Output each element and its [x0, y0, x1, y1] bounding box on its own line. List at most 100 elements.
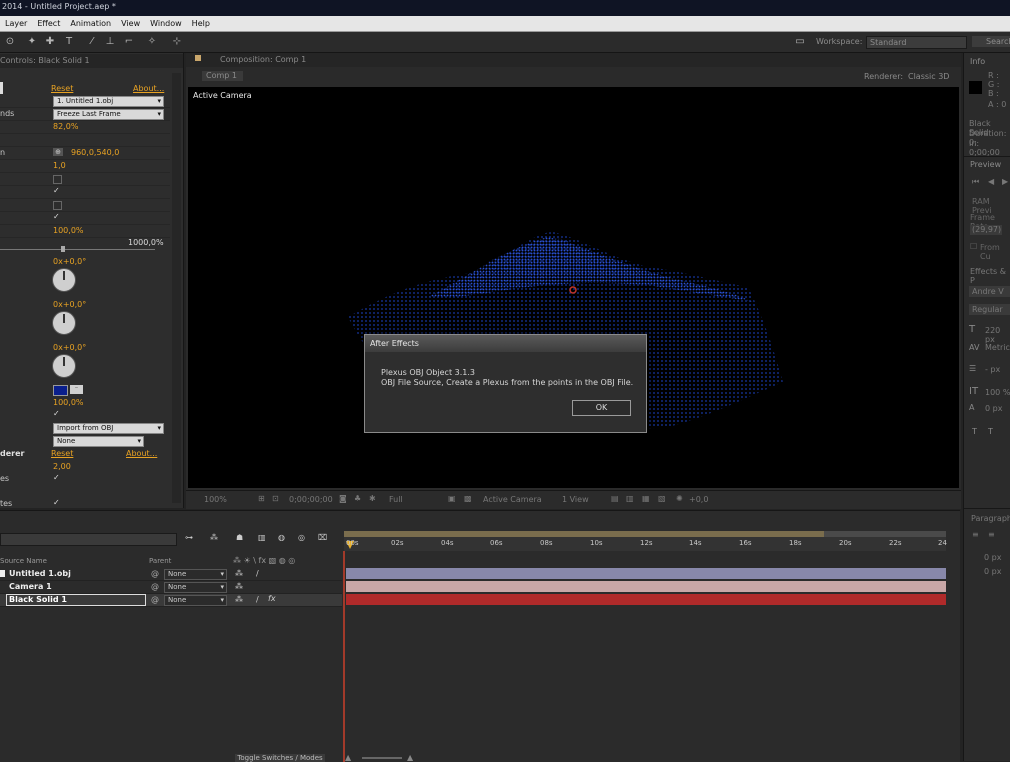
resolution-select[interactable]: Full [389, 495, 403, 504]
camera-layer-bar[interactable] [346, 581, 946, 592]
zoom-slider[interactable] [362, 757, 402, 759]
camera-orbit-icon[interactable]: ⊙ [3, 35, 17, 49]
color-swatch[interactable] [53, 385, 68, 396]
obj-layer-bar[interactable] [346, 568, 946, 579]
font-size-value[interactable]: 220 px [985, 326, 1010, 344]
transparency-icon[interactable]: ▩ [464, 494, 472, 503]
z-scale-value[interactable]: 1,0 [53, 161, 66, 170]
pickwhip-icon[interactable]: @ [151, 582, 159, 591]
ok-button[interactable]: OK [572, 400, 631, 416]
opacity-value[interactable]: 100,0% [53, 226, 84, 235]
rotation-y-value[interactable]: 0x+0,0° [53, 300, 86, 309]
pin-tool-icon[interactable]: ⊹ [170, 35, 184, 49]
puppet-tool-icon[interactable]: ✚ [43, 35, 57, 49]
rotation-x-dial[interactable] [52, 268, 76, 292]
scale-value[interactable]: 82,0% [53, 122, 78, 131]
vertical-scale-value[interactable]: 100 % [985, 388, 1010, 397]
shy-switch[interactable]: ⁂ [235, 582, 243, 591]
graph-editor-icon[interactable]: ⌧ [318, 533, 327, 542]
obj-source-dropdown[interactable]: 1. Untitled 1.obj [53, 96, 164, 107]
brainstorm-icon[interactable]: ◎ [298, 533, 305, 542]
ec-scrollbar[interactable] [172, 73, 181, 503]
roi-icon[interactable]: ▣ [448, 494, 456, 503]
prev-frame-icon[interactable]: ◀ [988, 177, 994, 186]
faux-bold-icon[interactable]: T [972, 427, 977, 436]
clone-tool-icon[interactable]: ⊥ [103, 35, 117, 49]
rotation-x-value[interactable]: 0x+0,0° [53, 257, 86, 266]
timeline-search-input[interactable] [0, 533, 177, 546]
sequence-ends-dropdown[interactable]: Freeze Last Frame [53, 109, 164, 120]
frame-rate-field[interactable]: (29,97) [970, 225, 1002, 235]
quality-switch[interactable]: / [256, 569, 259, 578]
text-tool-icon[interactable]: T [62, 35, 76, 49]
draft-3d-icon[interactable]: ⁂ [210, 533, 218, 542]
shy-switch[interactable]: ⁂ [235, 569, 243, 578]
solid-layer-bar[interactable] [346, 594, 946, 605]
pixel-aspect-icon[interactable]: ▤ [611, 494, 619, 503]
search-help-input[interactable]: Search [972, 36, 1010, 47]
quality-switch[interactable]: / [256, 595, 259, 604]
frame-blending-icon[interactable]: ▥ [258, 533, 266, 542]
show-snapshot-icon[interactable]: ♣ [354, 494, 361, 503]
menu-view[interactable]: View [116, 16, 145, 31]
about-link[interactable]: About... [133, 84, 164, 93]
renderer-value[interactable]: 2,00 [53, 462, 71, 471]
preview-tab[interactable]: Preview [970, 160, 1001, 169]
zoom-value[interactable]: 100% [204, 495, 227, 504]
layer-row-black-solid[interactable]: Black Solid 1 @ None ⁂ / fx [0, 594, 342, 607]
fast-preview-icon[interactable]: ▥ [626, 494, 634, 503]
info-tab[interactable]: Info [970, 57, 985, 66]
parent-dropdown[interactable]: None [164, 582, 227, 593]
effect-controls-tab[interactable]: Controls: Black Solid 1 [0, 54, 183, 68]
exposure-value[interactable]: +0,0 [689, 495, 708, 504]
eraser-tool-icon[interactable]: ⌐ [122, 35, 136, 49]
rotation-z-value[interactable]: 0x+0,0° [53, 343, 86, 352]
play-icon[interactable]: ▶ [1002, 177, 1008, 186]
menu-window[interactable]: Window [145, 16, 187, 31]
effect-switch[interactable]: fx [268, 594, 276, 603]
indent-left-value[interactable]: 0 px [984, 553, 1001, 562]
font-style-select[interactable]: Regular [969, 304, 1010, 315]
layer-row-untitled-obj[interactable]: Untitled 1.obj @ None ⁂ / [0, 568, 342, 581]
composition-mini-flowchart-icon[interactable]: ⊶ [185, 533, 193, 542]
renderer-value-comp[interactable]: Classic 3D [908, 72, 949, 81]
menu-help[interactable]: Help [187, 16, 215, 31]
comp-subtab[interactable]: Comp 1 [202, 71, 243, 81]
kerning-value[interactable]: Metrics [985, 343, 1010, 352]
view-layout-select[interactable]: 1 View [562, 495, 589, 504]
pickwhip-icon[interactable]: @ [151, 595, 159, 604]
position-value[interactable]: 960,0,540,0 [71, 148, 119, 157]
pickwhip-icon[interactable]: @ [151, 569, 159, 578]
opacity-2-value[interactable]: 100,0% [53, 398, 84, 407]
from-current-checkbox[interactable]: ☐ [970, 242, 977, 251]
none-dropdown[interactable]: None [53, 436, 144, 447]
checkbox-2[interactable]: ✓ [53, 187, 60, 195]
monitor-icon[interactable]: ▭ [792, 35, 808, 49]
checkbox-3[interactable] [53, 201, 62, 210]
channel-icon[interactable]: ✱ [369, 494, 376, 503]
checkbox-1[interactable] [53, 175, 62, 184]
menu-animation[interactable]: Animation [65, 16, 116, 31]
current-time[interactable]: 0;00;00;00 [289, 495, 333, 504]
brush-tool-icon[interactable]: ⁄ [85, 35, 99, 49]
motion-blur-icon[interactable]: ◍ [278, 533, 285, 542]
slider-thumb[interactable] [61, 246, 65, 252]
shy-layers-icon[interactable]: ☗ [236, 533, 243, 542]
checkbox-6[interactable]: ✓ [53, 473, 60, 482]
rotation-z-dial[interactable] [52, 354, 76, 378]
layer-row-camera[interactable]: Camera 1 @ None ⁂ [0, 581, 342, 594]
shy-switch[interactable]: ⁂ [235, 595, 243, 604]
first-frame-icon[interactable]: ⏮ [972, 177, 979, 187]
align-center-icon[interactable]: ≡ [988, 530, 995, 539]
checkbox-7[interactable]: ✓ [53, 498, 60, 507]
rotation-y-dial[interactable] [52, 311, 76, 335]
checkbox-5[interactable]: ✓ [53, 409, 60, 418]
snapshot-icon[interactable]: ◙ [339, 494, 347, 503]
exposure-icon[interactable]: ✺ [676, 494, 683, 503]
layer-name-edit[interactable]: Black Solid 1 [6, 594, 146, 606]
eyedropper-icon[interactable]: ⁻ [70, 385, 83, 394]
parent-dropdown[interactable]: None [164, 569, 227, 580]
indent-right-value[interactable]: 0 px [984, 567, 1001, 576]
effects-presets-tab[interactable]: Effects & P [970, 267, 1010, 285]
crosshair-icon[interactable]: ⊕ [53, 148, 63, 156]
